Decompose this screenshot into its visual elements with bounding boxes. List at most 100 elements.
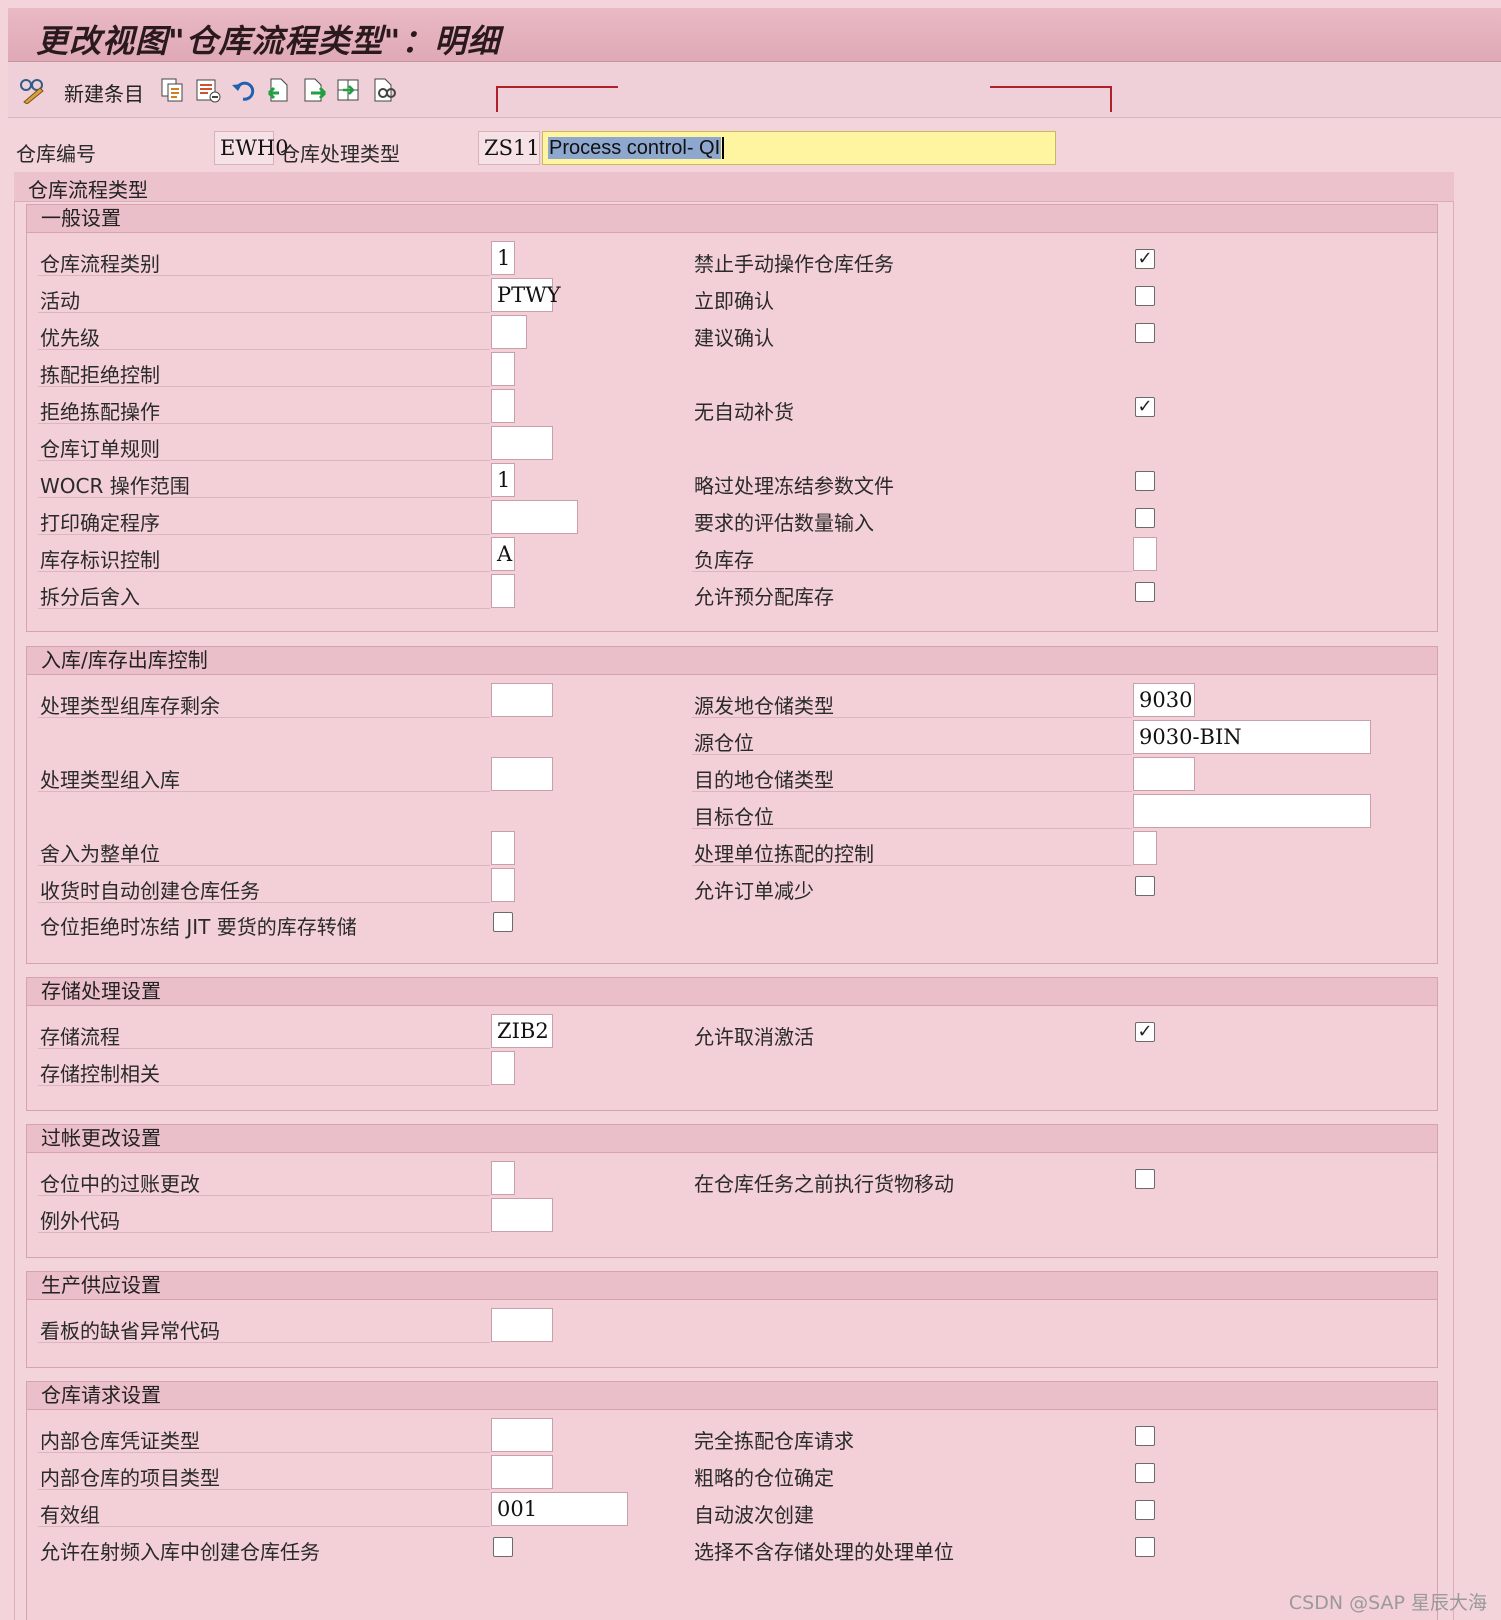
posting-change-in-bin-field[interactable]	[491, 1161, 515, 1195]
warehouse-process-category-field[interactable]: 1	[491, 241, 515, 275]
row-divider	[692, 828, 1132, 829]
dest-storage-type-field[interactable]	[1133, 757, 1195, 791]
row-divider	[692, 754, 1132, 755]
proc-type-desc-field[interactable]: Process control- QI	[542, 131, 1056, 165]
inbound-outbound-title: 入库/库存出库控制	[27, 647, 1437, 675]
proc-type-group-putaway-field[interactable]	[491, 757, 553, 791]
undo-icon[interactable]	[230, 76, 258, 104]
row-divider	[38, 902, 490, 903]
validity-group-label: 有效组	[40, 1503, 100, 1527]
full-pick-request-checkbox[interactable]	[1135, 1426, 1155, 1446]
warehouse-order-rule-field[interactable]	[491, 426, 553, 460]
allow-preallocated-stock-label: 允许预分配库存	[694, 585, 834, 609]
production-supply-title: 生产供应设置	[27, 1272, 1437, 1300]
auto-create-wt-gr-field[interactable]	[491, 868, 515, 902]
delete-icon[interactable]	[194, 76, 222, 104]
jit-block-transfer-checkbox[interactable]	[493, 912, 513, 932]
propose-confirm-checkbox[interactable]	[1135, 323, 1155, 343]
section-title: 仓库流程类型	[28, 178, 148, 202]
select-all-icon[interactable]	[334, 76, 362, 104]
select-hu-without-storage-checkbox[interactable]	[1135, 1537, 1155, 1557]
round-whole-units-label: 舍入为整单位	[40, 842, 160, 866]
validity-group-field[interactable]: 001	[491, 1492, 628, 1526]
row-divider	[38, 534, 490, 535]
wocr-scope-field[interactable]: 1	[491, 463, 515, 497]
skip-block-profile-checkbox[interactable]	[1135, 471, 1155, 491]
row-divider	[692, 717, 1132, 718]
storage-control-relevant-field[interactable]	[491, 1051, 515, 1085]
rf-putaway-create-wt-checkbox[interactable]	[493, 1537, 513, 1557]
annotation-bracket-tl	[496, 86, 618, 112]
auto-create-wt-gr-label: 收货时自动创建仓库任务	[40, 879, 260, 903]
immediate-confirm-checkbox[interactable]	[1135, 286, 1155, 306]
posting-change-title: 过帐更改设置	[27, 1125, 1437, 1153]
pick-denial-control-label: 拣配拒绝控制	[40, 363, 160, 387]
toolbar: 新建条目	[8, 62, 1501, 118]
proc-type-label: 仓库处理类型	[280, 142, 400, 166]
row-divider	[692, 791, 1132, 792]
text-cursor	[722, 137, 725, 159]
process-type-section-header: 仓库流程类型	[14, 172, 1454, 202]
allow-order-reduction-checkbox[interactable]	[1135, 876, 1155, 896]
allow-preallocated-stock-checkbox[interactable]	[1135, 582, 1155, 602]
rounding-after-split-field[interactable]	[491, 574, 515, 608]
row-divider	[38, 791, 490, 792]
no-manual-wt-label: 禁止手动操作仓库任务	[694, 252, 894, 276]
goods-movement-before-wt-label: 在仓库任务之前执行货物移动	[694, 1172, 954, 1196]
previous-entry-icon[interactable]	[264, 76, 292, 104]
source-bin-field[interactable]: 9030-BIN	[1133, 720, 1371, 754]
source-storage-type-label: 源发地仓储类型	[694, 694, 834, 718]
activity-field[interactable]: PTWY	[491, 278, 561, 312]
allow-deactivation-label: 允许取消激活	[694, 1025, 814, 1049]
proc-type-field[interactable]: ZS11	[478, 131, 540, 165]
rough-bin-determination-checkbox[interactable]	[1135, 1463, 1155, 1483]
row-divider	[38, 312, 490, 313]
print-determination-label: 打印确定程序	[40, 511, 160, 535]
next-entry-icon[interactable]	[300, 76, 328, 104]
copy-icon[interactable]	[158, 76, 186, 104]
no-manual-wt-checkbox[interactable]: ✓	[1135, 249, 1155, 269]
priority-field[interactable]	[491, 315, 527, 349]
warehouse-order-rule-label: 仓库订单规则	[40, 437, 160, 461]
internal-doc-type-field[interactable]	[491, 1418, 553, 1452]
activity-label: 活动	[40, 289, 80, 313]
storage-process-field[interactable]: ZIB2	[491, 1014, 553, 1048]
hu-pick-control-field[interactable]	[1133, 831, 1157, 865]
exception-code-field[interactable]	[491, 1198, 553, 1232]
row-divider	[692, 865, 1132, 866]
kanban-default-exception-field[interactable]	[491, 1308, 553, 1342]
print-determination-field[interactable]	[491, 500, 578, 534]
glasses-pencil-icon[interactable]	[18, 76, 46, 104]
warehouse-field[interactable]: EWH0	[214, 131, 289, 165]
row-divider	[38, 275, 490, 276]
kanban-default-exception-label: 看板的缺省异常代码	[40, 1319, 220, 1343]
dest-bin-field[interactable]	[1133, 794, 1371, 828]
row-divider	[38, 497, 490, 498]
pick-denial-control-field[interactable]	[491, 352, 515, 386]
negative-stock-field[interactable]	[1133, 537, 1157, 571]
stock-id-control-field[interactable]: A	[491, 537, 515, 571]
goods-movement-before-wt-checkbox[interactable]	[1135, 1169, 1155, 1189]
source-bin-label: 源仓位	[694, 731, 754, 755]
pick-denial-action-field[interactable]	[491, 389, 515, 423]
select-hu-without-storage-label: 选择不含存储处理的处理单位	[694, 1540, 954, 1564]
row-divider	[38, 1232, 490, 1233]
round-whole-units-field[interactable]	[491, 831, 515, 865]
row-divider	[38, 1489, 490, 1490]
propose-confirm-label: 建议确认	[694, 326, 774, 350]
new-entries-button[interactable]: 新建条目	[64, 78, 144, 107]
auto-wave-creation-checkbox[interactable]	[1135, 1500, 1155, 1520]
posting-change-in-bin-label: 仓位中的过账更改	[40, 1172, 200, 1196]
general-settings-title: 一般设置	[27, 205, 1437, 233]
other-entry-icon[interactable]	[370, 76, 398, 104]
allow-deactivation-checkbox[interactable]: ✓	[1135, 1022, 1155, 1042]
proc-type-group-stock-removal-field[interactable]	[491, 683, 553, 717]
internal-item-type-field[interactable]	[491, 1455, 553, 1489]
required-valuation-qty-checkbox[interactable]	[1135, 508, 1155, 528]
source-storage-type-field[interactable]: 9030	[1133, 683, 1195, 717]
full-pick-request-label: 完全拣配仓库请求	[694, 1429, 854, 1453]
storage-process-title: 存储处理设置	[27, 978, 1437, 1006]
no-auto-replenishment-checkbox[interactable]: ✓	[1135, 397, 1155, 417]
row-divider	[38, 1526, 490, 1527]
skip-block-profile-label: 略过处理冻结参数文件	[694, 474, 894, 498]
